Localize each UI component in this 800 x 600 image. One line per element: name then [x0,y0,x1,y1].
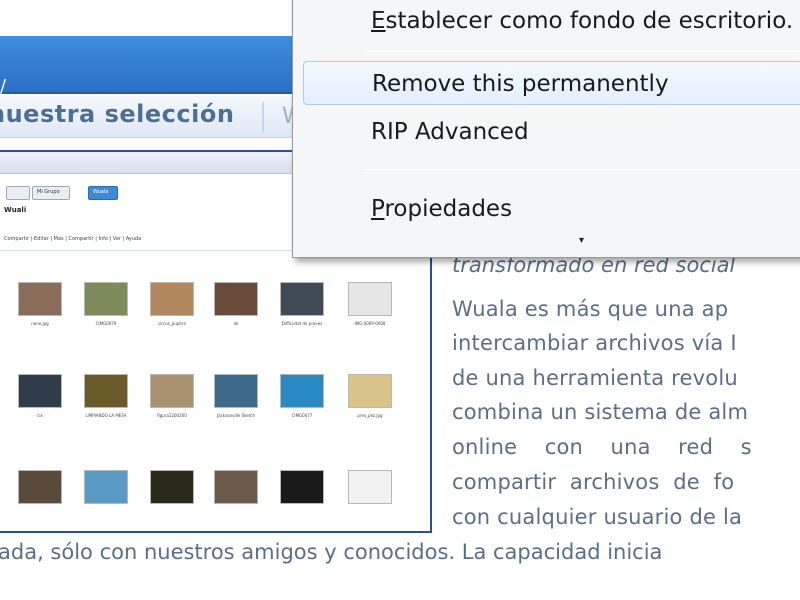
article-line: con cualquier usuario de la [452,505,743,529]
menu-item-label: Remove this permanently [372,71,669,97]
thumbnail-caption: Jacksonville Sketch [216,413,256,418]
thumbnail-item: ok [206,282,266,327]
menu-separator [363,169,800,170]
thumbnail-item [76,470,136,509]
thumbnail-item: Jacksonville Sketch [206,374,266,419]
thumbnail-item: LIMPIANDO LA MESA [76,374,136,419]
menu-item-properties[interactable]: Propiedades [303,187,800,231]
thumbnail-image [280,470,324,504]
thumbnail-caption: LIMPIANDO LA MESA [85,413,127,418]
thumbnail-caption: CIMG0079 [95,321,117,326]
thumbnail-item: CIMG0077 [272,374,332,419]
menu-item-label: stablecer como fondo de escritorio. [385,8,794,34]
thumbnail-caption: pres_pez.jpg [357,413,383,418]
thumbnail-caption: ok [233,321,239,326]
menu-item-accelerator: E [371,8,386,34]
thumbnail-title: Wuali [4,206,27,214]
selection-divider [262,102,264,132]
thumbnail-item [142,470,202,509]
selection-label[interactable]: nuestra selección [0,100,234,128]
thumbnail-item [272,470,332,509]
article-line: intercambiar archivos vía I [452,331,737,355]
article-line: online con una red s [452,435,752,459]
thumbnail-item: CIMG0079 [76,282,136,327]
thumbnail-image [150,470,194,504]
article-line: combina un sistema de alm [452,400,749,424]
menu-item-accelerator: P [371,196,385,222]
thumbnail-caption: figura1200200 [157,413,187,418]
menu-item-label: ropiedades [384,196,513,222]
thumbnail-image [348,374,392,408]
thumbnail-caption: IMG-0009-0008 [354,321,386,326]
thumbnail-tab: Mi Grupo [32,186,70,200]
article-line: compartir archivos de fo [452,470,735,494]
thumbnail-image [18,374,62,408]
thumbnail-image [214,374,258,408]
thumbnail-item [340,470,400,509]
article-line: Wuala es más que una ap [452,297,729,321]
menu-item-rip-advanced[interactable]: RIP Advanced [303,110,800,154]
thumbnail-image [214,470,258,504]
thumbnail-item [10,470,70,509]
thumbnail-tools: Compartir | Editar | Mas | Compartir | I… [4,236,142,242]
thumbnail-tab [6,186,30,200]
thumbnail-image [280,282,324,316]
thumbnail-item: pres_pez.jpg [340,374,400,419]
thumbnail-caption: circus_pupitre [158,321,186,326]
menu-item-label: RIP Advanced [371,119,529,145]
thumbnail-item: IMG-0009-0008 [340,282,400,327]
menu-item-remove-permanently[interactable]: Remove this permanently [303,61,800,105]
thumbnail-image [150,282,194,316]
thumbnail-caption: CIMG0077 [291,413,313,418]
thumbnail-item: circus_pupitre [142,282,202,327]
article-line: de una herramienta revolu [452,366,738,390]
thumbnail-image [280,374,324,408]
thumbnail-caption: Difficultat de proves [281,321,323,326]
thumbnail-image [348,470,392,504]
thumbnail-image [348,282,392,316]
thumbnail-image [84,470,128,504]
article-line: ada, sólo con nuestros amigos y conocido… [0,540,663,564]
thumbnail-item: Difficultat de proves [272,282,332,327]
thumbnail-item [206,470,266,509]
thumbnail-image [84,282,128,316]
menu-separator [363,51,800,52]
thumbnail-item: nene.jpg [10,282,70,327]
thumbnail-image [18,282,62,316]
thumbnail-caption: clx [37,413,43,418]
context-menu: Establecer como fondo de escritorio. Rem… [292,0,800,258]
thumbnail-image [150,374,194,408]
thumbnail-image [214,282,258,316]
thumbnail-image [18,470,62,504]
menu-item-set-wallpaper[interactable]: Establecer como fondo de escritorio. [303,0,800,43]
thumbnail-tab: Wuala [88,186,118,200]
thumbnail-item: clx [10,374,70,419]
thumbnail-image [84,374,128,408]
thumbnail-item: figura1200200 [142,374,202,419]
titlebar-glyph: / [0,76,7,97]
thumbnail-caption: nene.jpg [31,321,49,326]
menu-more-arrow-icon[interactable]: ▾ [579,235,584,246]
